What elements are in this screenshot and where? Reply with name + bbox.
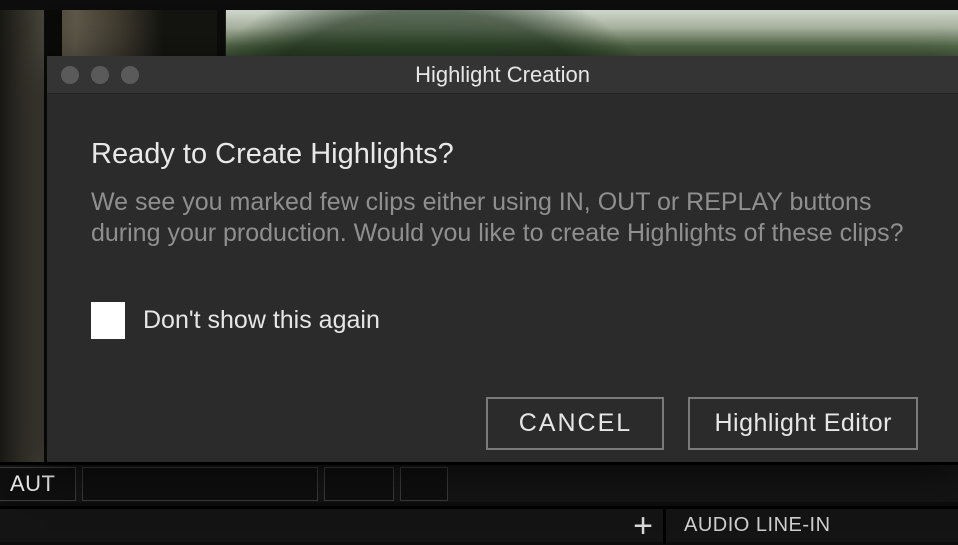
dont-show-again-checkbox[interactable] <box>91 302 125 339</box>
lower-toolbar-2: + AUDIO LINE-IN <box>0 506 958 542</box>
dialog-heading: Ready to Create Highlights? <box>91 138 912 171</box>
dialog-description: We see you marked few clips either using… <box>91 187 912 250</box>
aut-button[interactable]: AUT <box>0 467 76 501</box>
dont-show-again-row: Don't show this again <box>91 302 912 339</box>
audio-line-in-button[interactable]: AUDIO LINE-IN <box>666 508 958 544</box>
dialog-titlebar: Highlight Creation <box>47 56 958 94</box>
close-icon[interactable] <box>61 66 79 84</box>
highlight-creation-dialog: Highlight Creation Ready to Create Highl… <box>47 56 958 462</box>
dont-show-again-label: Don't show this again <box>143 306 380 335</box>
minimize-icon[interactable] <box>91 66 109 84</box>
zoom-icon[interactable] <box>121 66 139 84</box>
aut-label: AUT <box>10 471 56 497</box>
toolbar-slot-1[interactable] <box>82 467 318 501</box>
dialog-body: Ready to Create Highlights? We see you m… <box>47 94 958 339</box>
dialog-title: Highlight Creation <box>47 62 958 88</box>
plus-icon[interactable]: + <box>633 510 653 542</box>
toolbar-slot-3[interactable] <box>400 467 448 501</box>
timeline-area: + <box>0 508 666 544</box>
lower-toolbar: AUT <box>0 462 958 502</box>
dialog-actions: CANCEL Highlight Editor <box>486 397 918 450</box>
audio-line-in-label: AUDIO LINE-IN <box>684 514 831 537</box>
cancel-button[interactable]: CANCEL <box>486 397 664 450</box>
highlight-editor-button[interactable]: Highlight Editor <box>688 397 918 450</box>
toolbar-slot-2[interactable] <box>324 467 394 501</box>
window-controls <box>61 66 139 84</box>
